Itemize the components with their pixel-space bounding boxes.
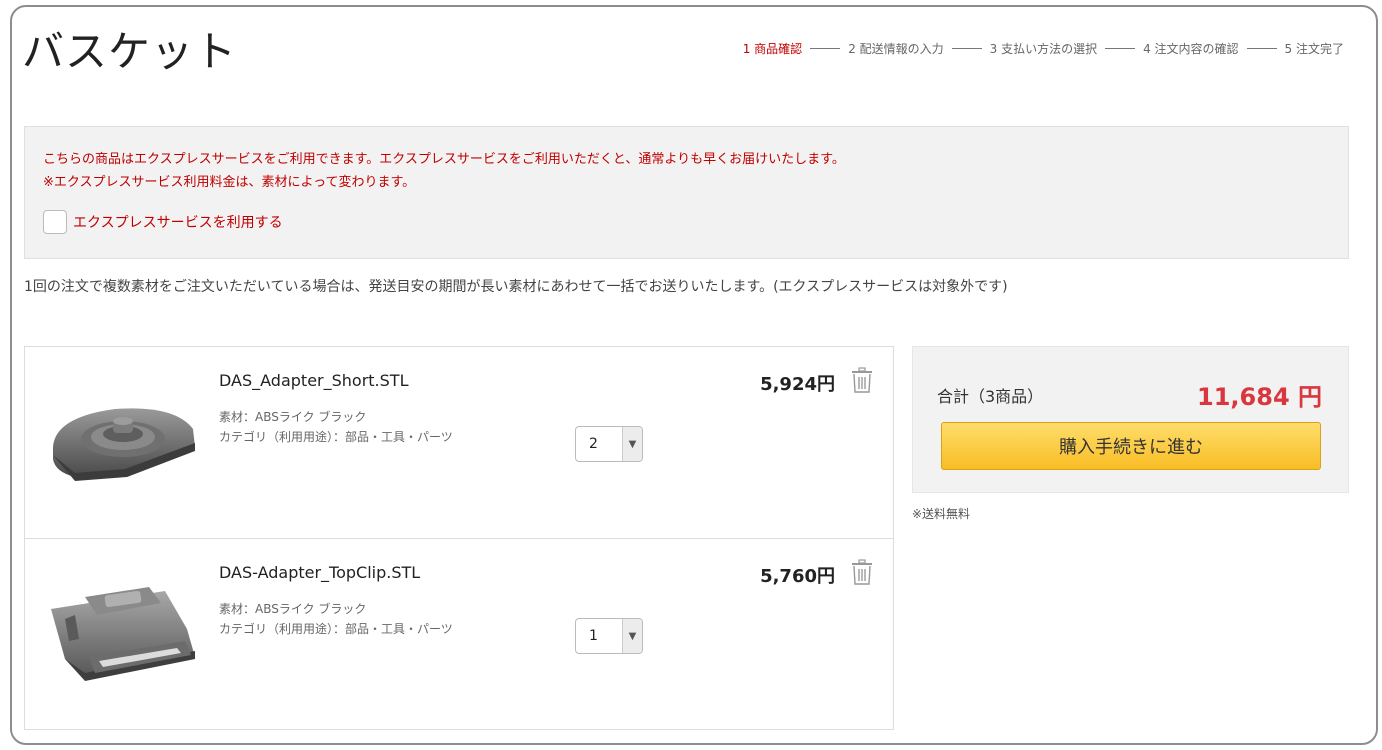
item-category: カテゴリ（利用用途）：部品・工具・パーツ <box>219 430 453 444</box>
item-price: 5,924円 <box>760 374 835 395</box>
order-summary: 合計（3商品） 11,684 円 購入手続きに進む <box>912 346 1349 493</box>
item-material: 素材：ABSライク ブラック <box>219 602 367 616</box>
cart-item: DAS_Adapter_Short.STL 素材：ABSライク ブラック カテゴ… <box>25 347 893 538</box>
quantity-select[interactable]: 2 ▼ <box>575 426 643 462</box>
summary-label: 合計（3商品） <box>937 387 1044 406</box>
express-checkbox-label[interactable]: エクスプレスサービスを利用する <box>73 212 283 232</box>
item-category: カテゴリ（利用用途）：部品・工具・パーツ <box>219 622 453 636</box>
step-divider <box>810 48 841 49</box>
step-5: 5 注文完了 <box>1284 42 1344 56</box>
trash-icon[interactable] <box>851 367 873 393</box>
item-name[interactable]: DAS_Adapter_Short.STL <box>219 371 408 390</box>
step-2: 2 配送情報の入力 <box>848 42 944 56</box>
step-1: 1 商品確認 <box>742 42 803 56</box>
checkout-steps: 1 商品確認 2 配送情報の入力 3 支払い方法の選択 4 注文内容の確認 5 … <box>743 40 1344 57</box>
item-meta: 素材：ABSライク ブラック カテゴリ（利用用途）：部品・工具・パーツ <box>219 407 453 447</box>
multi-material-note: 1回の注文で複数素材をご注文いただいている場合は、発送目安の期間が長い素材にあわ… <box>24 279 1008 295</box>
quantity-value: 2 <box>589 436 598 452</box>
express-service-panel: こちらの商品はエクスプレスサービスをご利用できます。エクスプレスサービスをご利用… <box>24 126 1349 259</box>
item-material: 素材：ABSライク ブラック <box>219 410 367 424</box>
express-service-toggle[interactable]: エクスプレスサービスを利用する <box>43 210 283 234</box>
cart-item: DAS-Adapter_TopClip.STL 素材：ABSライク ブラック カ… <box>25 538 893 729</box>
cart-item-list: DAS_Adapter_Short.STL 素材：ABSライク ブラック カテゴ… <box>24 346 894 730</box>
express-checkbox[interactable] <box>43 210 67 234</box>
step-4: 4 注文内容の確認 <box>1143 42 1239 56</box>
step-divider <box>1246 48 1277 49</box>
step-divider <box>1105 48 1136 49</box>
item-price: 5,760円 <box>760 566 835 587</box>
item-meta: 素材：ABSライク ブラック カテゴリ（利用用途）：部品・工具・パーツ <box>219 599 453 639</box>
product-thumbnail <box>51 587 195 681</box>
express-message-line2: ※エクスプレスサービス利用料金は、素材によって変わります。 <box>43 175 416 190</box>
step-3: 3 支払い方法の選択 <box>989 42 1098 56</box>
express-message: こちらの商品はエクスプレスサービスをご利用できます。エクスプレスサービスをご利用… <box>43 148 845 194</box>
summary-total: 11,684 円 <box>1197 383 1322 411</box>
shipping-note: ※送料無料 <box>912 507 971 521</box>
item-name[interactable]: DAS-Adapter_TopClip.STL <box>219 563 420 582</box>
quantity-value: 1 <box>589 628 598 644</box>
chevron-down-icon[interactable]: ▼ <box>622 427 642 461</box>
trash-icon[interactable] <box>851 559 873 585</box>
checkout-button[interactable]: 購入手続きに進む <box>941 422 1321 470</box>
chevron-down-icon[interactable]: ▼ <box>622 619 642 653</box>
quantity-select[interactable]: 1 ▼ <box>575 618 643 654</box>
page-title: バスケット <box>22 27 238 76</box>
step-divider <box>951 48 982 49</box>
product-thumbnail <box>53 408 195 481</box>
express-message-line1: こちらの商品はエクスプレスサービスをご利用できます。エクスプレスサービスをご利用… <box>43 152 845 167</box>
